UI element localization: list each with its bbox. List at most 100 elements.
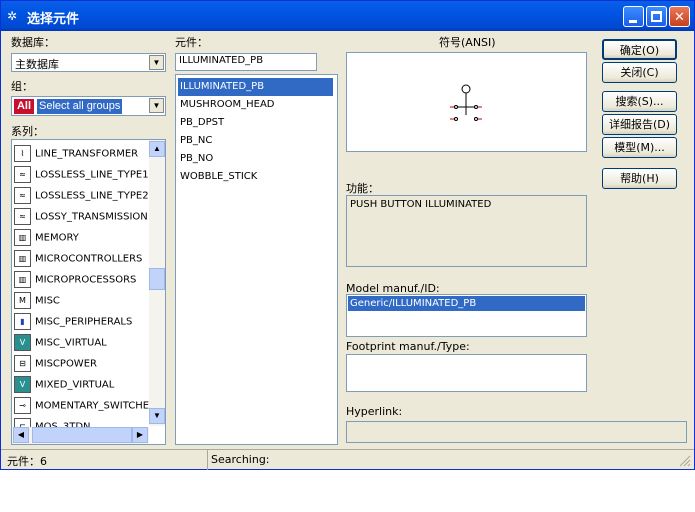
family-item-label: LOSSY_TRANSMISSION <box>35 211 148 223</box>
close-icon: ✕ <box>674 9 685 24</box>
family-item-label: LOSSLESS_LINE_TYPE1 <box>35 169 149 181</box>
footprint-list[interactable] <box>346 354 587 392</box>
family-item-label: MISC_VIRTUAL <box>35 337 107 349</box>
family-item-label: MICROPROCESSORS <box>35 274 137 286</box>
family-item-label: LOSSLESS_LINE_TYPE2 <box>35 190 149 202</box>
component-item[interactable]: WOBBLE_STICK <box>178 168 333 186</box>
scroll-down-icon[interactable]: ▼ <box>149 408 165 424</box>
family-item-label: MICROCONTROLLERS <box>35 253 143 265</box>
scroll-thumb[interactable] <box>149 268 165 290</box>
chevron-down-icon[interactable]: ▼ <box>149 55 164 70</box>
component-count: 元件：6 <box>7 455 47 468</box>
chip-icon: ▥ <box>14 229 31 246</box>
function-label: 功能： <box>346 182 379 195</box>
family-item-label: MISC <box>35 295 60 307</box>
footprint-label: Footprint manuf./Type: <box>346 340 470 353</box>
component-item[interactable]: PB_DPST <box>178 114 333 132</box>
switch-icon: ⊸ <box>14 397 31 414</box>
function-box: PUSH BUTTON ILLUMINATED <box>346 195 587 267</box>
chip-icon: ▥ <box>14 271 31 288</box>
component-item[interactable]: MUSHROOM_HEAD <box>178 96 333 114</box>
transformer-icon: ⌇ <box>14 145 31 162</box>
search-button[interactable]: 搜索(S)... <box>602 91 677 112</box>
help-button[interactable]: 帮助(H) <box>602 168 677 189</box>
all-groups-badge: All <box>14 99 34 114</box>
scroll-left-icon[interactable]: ◀ <box>13 427 29 443</box>
model-button[interactable]: 模型(M)... <box>602 137 677 158</box>
family-item[interactable]: ⊸ MOMENTARY_SWITCHE <box>14 397 149 415</box>
family-item[interactable]: ≈ LOSSLESS_LINE_TYPE2 <box>14 187 149 205</box>
family-item-label: MISC_PERIPHERALS <box>35 316 133 328</box>
family-item[interactable]: V MISC_VIRTUAL <box>14 334 107 352</box>
database-label: 数据库： <box>11 36 55 49</box>
component-label: 元件： <box>175 36 208 49</box>
peripheral-icon: ▮ <box>14 313 31 330</box>
title-bar: ✲ 选择元件 ✕ <box>1 1 694 31</box>
family-label: 系列： <box>11 125 44 138</box>
function-value: PUSH BUTTON ILLUMINATED <box>350 199 492 210</box>
hyperlink-label: Hyperlink: <box>346 405 403 418</box>
app-icon: ✲ <box>7 9 18 23</box>
component-input-value: ILLUMINATED_PB <box>179 55 264 66</box>
misc-icon: M <box>14 292 31 309</box>
line-icon: ≈ <box>14 166 31 183</box>
chip-icon: ▥ <box>14 250 31 267</box>
group-value: Select all groups <box>37 99 123 114</box>
database-value: 主数据库 <box>15 58 59 71</box>
group-label: 组： <box>11 80 33 93</box>
family-item-label: LINE_TRANSFORMER <box>35 148 139 160</box>
family-item[interactable]: V MIXED_VIRTUAL <box>14 376 114 394</box>
scroll-right-icon[interactable]: ▶ <box>132 427 148 443</box>
scroll-up-icon[interactable]: ▲ <box>149 141 165 157</box>
family-item-label: MEMORY <box>35 232 79 244</box>
family-item-label: MOMENTARY_SWITCHE <box>35 400 150 412</box>
window-title: 选择元件 <box>27 12 80 27</box>
family-item[interactable]: ⌇ LINE_TRANSFORMER <box>14 145 138 163</box>
component-list[interactable]: ILLUMINATED_PB MUSHROOM_HEAD PB_DPST PB_NC P… <box>175 74 338 445</box>
family-item[interactable]: ▥ MEMORY <box>14 229 79 247</box>
group-select[interactable]: All Select all groups ▼ <box>11 96 166 116</box>
detail-report-button[interactable]: 详细报告(D) <box>602 114 677 135</box>
family-item[interactable]: ▮ MISC_PERIPHERALS <box>14 313 132 331</box>
close-button[interactable]: 关闭(C) <box>602 62 677 83</box>
family-item[interactable]: ▥ MICROPROCESSORS <box>14 271 136 289</box>
component-item[interactable]: ILLUMINATED_PB <box>178 78 333 96</box>
family-list[interactable]: ⌇ LINE_TRANSFORMER ≈ LOSSLESS_LINE_TYPE1 ≈ LO… <box>11 139 166 445</box>
hyperlink-field[interactable] <box>346 421 687 443</box>
family-item-label: MISCPOWER <box>35 358 97 370</box>
close-window-button[interactable]: ✕ <box>669 6 690 27</box>
power-icon: ⊟ <box>14 355 31 372</box>
model-list[interactable]: Generic/ILLUMINATED_PB <box>346 294 587 337</box>
minimize-button[interactable] <box>623 6 644 27</box>
select-component-window: ✲ 选择元件 ✕ 数据库： 主数据库 ▼ 组： All Select all g… <box>0 0 695 470</box>
line-icon: ≈ <box>14 187 31 204</box>
family-vertical-scrollbar[interactable]: ▲ ▼ <box>149 140 165 426</box>
chevron-down-icon[interactable]: ▼ <box>149 98 164 113</box>
maximize-icon <box>651 11 662 22</box>
minimize-icon <box>629 20 637 23</box>
database-select[interactable]: 主数据库 ▼ <box>11 53 166 72</box>
family-item-label: MIXED_VIRTUAL <box>35 379 115 391</box>
symbol-label: 符号(ANSI) <box>439 36 496 49</box>
virtual-icon: V <box>14 376 31 393</box>
virtual-icon: V <box>14 334 31 351</box>
line-icon: ≈ <box>14 208 31 225</box>
status-divider <box>207 450 208 470</box>
component-item[interactable]: PB_NO <box>178 150 333 168</box>
maximize-button[interactable] <box>646 6 667 27</box>
component-input[interactable]: ILLUMINATED_PB <box>175 53 317 71</box>
resize-grip-icon[interactable] <box>678 454 691 467</box>
model-item[interactable]: Generic/ILLUMINATED_PB <box>348 296 585 311</box>
searching-status: Searching: <box>211 453 270 466</box>
family-item[interactable]: ⊟ MISCPOWER <box>14 355 97 373</box>
symbol-preview <box>346 52 587 152</box>
family-item[interactable]: M MISC <box>14 292 60 310</box>
family-horizontal-scrollbar[interactable]: ◀ ▶ <box>12 427 149 444</box>
family-item[interactable]: ≈ LOSSY_TRANSMISSION <box>14 208 148 226</box>
push-button-symbol <box>450 84 482 121</box>
family-item[interactable]: ≈ LOSSLESS_LINE_TYPE1 <box>14 166 149 184</box>
component-item[interactable]: PB_NC <box>178 132 333 150</box>
scroll-h-thumb[interactable] <box>32 427 132 443</box>
family-item[interactable]: ▥ MICROCONTROLLERS <box>14 250 142 268</box>
ok-button[interactable]: 确定(O) <box>602 39 677 60</box>
